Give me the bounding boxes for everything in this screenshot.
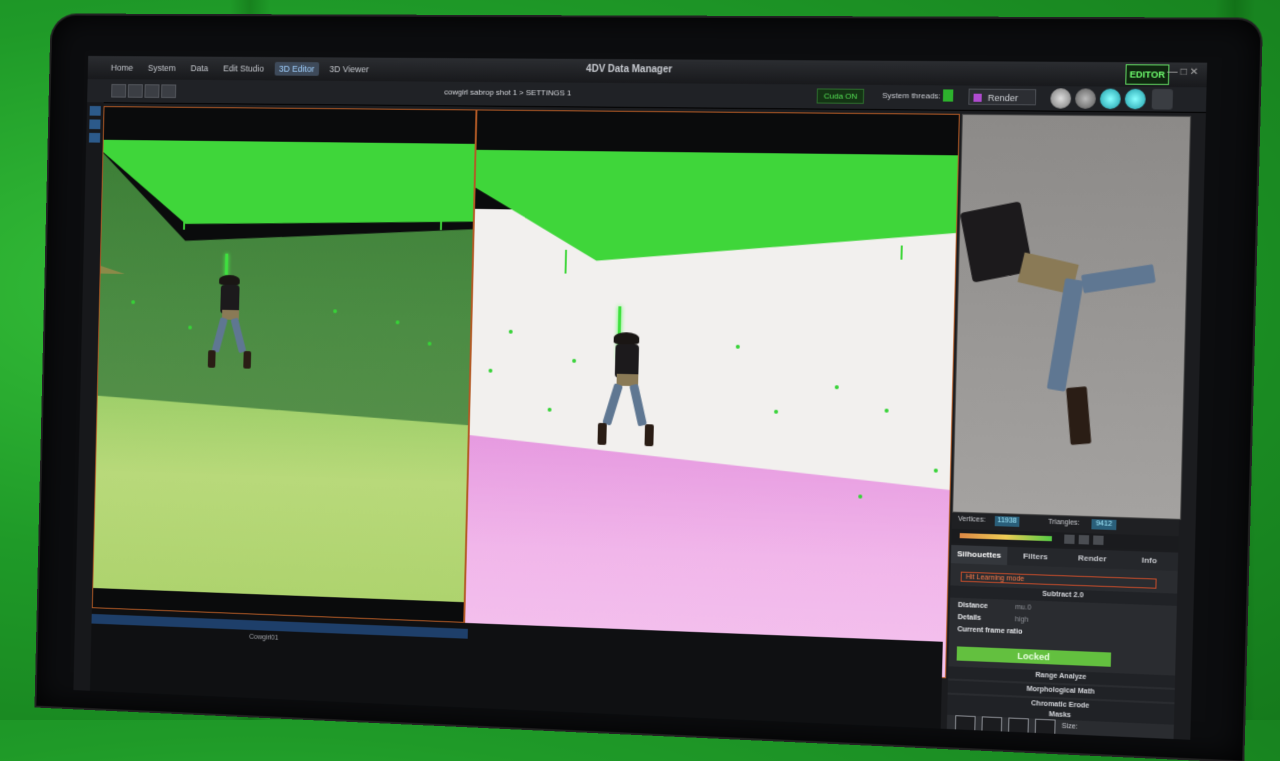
render-swatch: [973, 93, 982, 102]
model-leg: [1081, 264, 1156, 294]
pen-icon[interactable]: [981, 716, 1003, 734]
threads-indicator[interactable]: [942, 89, 954, 102]
details-label: Details: [957, 614, 982, 622]
marker-drip: [900, 245, 903, 260]
model-leg: [1046, 278, 1084, 392]
vertices-value: 11938: [994, 515, 1020, 527]
shot-title: cowgirl sabrop shot 1 > SETTINGS 1: [444, 87, 572, 98]
tab-render[interactable]: Render: [1064, 549, 1121, 569]
tracking-marker: [572, 358, 577, 363]
camera-icon[interactable]: [89, 105, 101, 116]
triangles-value: 9412: [1091, 519, 1117, 531]
cuda-toggle[interactable]: Cuda ON: [816, 88, 865, 104]
actor-hat: [613, 332, 640, 345]
toolbar-save-icon[interactable]: [144, 84, 160, 98]
silhouettes-panel: Hit Learning mode Subtract 2.0 Distance …: [946, 563, 1178, 740]
actor-boot: [597, 422, 607, 445]
toolbar-new-icon[interactable]: [111, 84, 127, 98]
studio-floor: [93, 396, 468, 602]
grid-icon[interactable]: [88, 132, 101, 143]
tracking-marker: [774, 409, 779, 414]
triangles-label: Triangles:: [1048, 518, 1080, 527]
tracking-marker: [547, 407, 552, 412]
settings-icon[interactable]: [1151, 88, 1174, 110]
tab-silhouettes[interactable]: Silhouettes: [950, 544, 1008, 566]
tracking-marker: [834, 385, 839, 390]
marker-drip: [439, 218, 443, 230]
size-label: Size:: [1061, 722, 1078, 731]
tracking-marker: [884, 408, 889, 413]
frame-ratio-label: Current frame ratio: [957, 626, 1023, 636]
locked-button[interactable]: Locked: [956, 646, 1112, 667]
tracking-marker: [131, 300, 136, 305]
tracking-marker: [508, 329, 513, 334]
mode-badge[interactable]: EDITOR: [1125, 64, 1170, 85]
toolbar-open-icon[interactable]: [127, 84, 143, 98]
sphere-dark-icon[interactable]: [1074, 88, 1097, 109]
tracking-marker: [395, 320, 400, 325]
app-title: 4DV Data Manager: [585, 63, 673, 76]
toolbar-export-icon[interactable]: [161, 84, 177, 99]
vertices-label: Vertices:: [957, 515, 986, 524]
distance-value[interactable]: mu.0: [1015, 604, 1031, 612]
play-icon[interactable]: [1078, 534, 1090, 545]
threads-label: System threads:: [882, 90, 941, 101]
quality-gradient: [959, 533, 1052, 542]
sphere-gray-icon[interactable]: [1050, 88, 1072, 109]
next-icon[interactable]: [1093, 535, 1104, 545]
window-controls[interactable]: — □ ✕: [1167, 67, 1199, 78]
render-select[interactable]: Render: [968, 88, 1037, 106]
actor-boot: [243, 351, 252, 369]
tracking-marker: [735, 344, 740, 349]
sphere-cyan-icon[interactable]: [1099, 88, 1121, 110]
camera-view-source[interactable]: [91, 106, 477, 623]
render-select-label: Render: [987, 92, 1019, 104]
distance-label: Distance: [957, 601, 988, 611]
marker-drip: [183, 216, 186, 230]
tab-filters[interactable]: Filters: [1007, 547, 1064, 567]
actor-boot: [644, 424, 654, 447]
monitor: Home System Data Edit Studio 3D Editor 3…: [36, 15, 1261, 761]
fill-icon[interactable]: [1034, 718, 1056, 736]
eraser-icon[interactable]: [1007, 717, 1029, 735]
app-screen: Home System Data Edit Studio 3D Editor 3…: [73, 55, 1208, 740]
details-value[interactable]: high: [1015, 616, 1029, 624]
tracking-marker: [933, 468, 938, 473]
camera-view-matte[interactable]: [463, 109, 960, 679]
tracking-marker: [188, 325, 192, 330]
tracking-marker: [333, 309, 338, 314]
actor-boot: [207, 350, 216, 368]
actor-hat: [219, 274, 240, 285]
3d-preview[interactable]: [952, 113, 1192, 520]
layers-icon[interactable]: [89, 119, 101, 130]
tracking-marker: [427, 341, 432, 346]
tracking-marker: [488, 368, 493, 373]
brush-icon[interactable]: [954, 715, 976, 733]
tab-info[interactable]: Info: [1120, 551, 1178, 571]
track-label: Cowgirl01: [249, 633, 279, 642]
tracking-marker: [858, 494, 863, 499]
prev-icon[interactable]: [1064, 534, 1075, 545]
sphere-cyan-alt-icon[interactable]: [1124, 88, 1146, 110]
model-boot: [1066, 386, 1092, 445]
